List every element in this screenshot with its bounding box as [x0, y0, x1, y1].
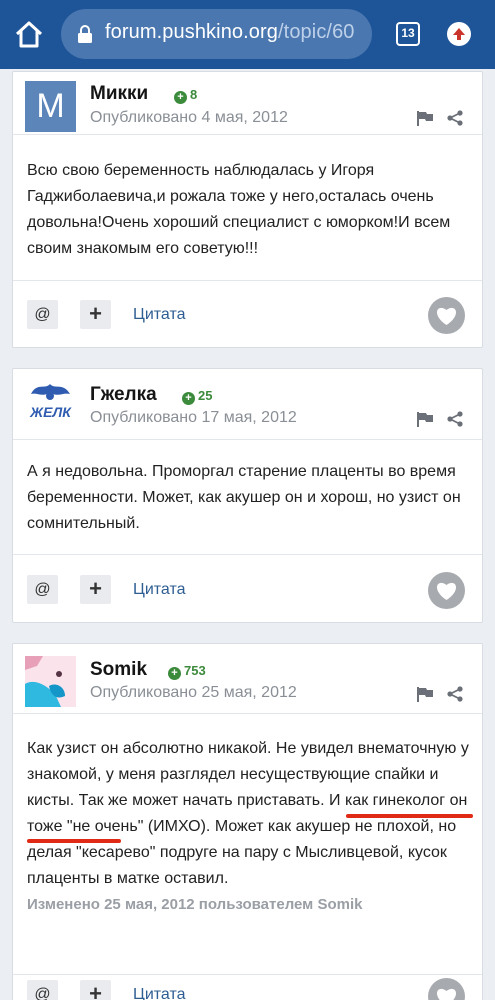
reputation-badge: +8 — [174, 87, 197, 104]
reputation-count: 8 — [190, 87, 198, 102]
author-name[interactable]: Somik — [90, 659, 147, 681]
flag-icon[interactable] — [417, 111, 434, 126]
post-header: Somik +753 Опубликовано 25 мая, 2012 — [13, 644, 482, 714]
edited-note: Изменено 25 мая, 2012 пользователем Somi… — [27, 896, 363, 913]
plus-icon[interactable]: + — [80, 300, 111, 329]
mention-icon[interactable]: @ — [27, 980, 58, 1000]
url-path: /topic/60 — [278, 21, 355, 43]
plus-circle-icon: + — [168, 667, 181, 680]
mention-icon[interactable]: @ — [27, 575, 58, 604]
url-text: forum.pushkino.org/topic/60 — [105, 21, 355, 44]
author-name[interactable]: Микки — [90, 83, 148, 105]
flag-icon[interactable] — [417, 687, 434, 702]
avatar[interactable]: ЖЕЛК — [25, 380, 76, 431]
heart-icon[interactable] — [428, 297, 465, 334]
plus-circle-icon: + — [174, 91, 187, 104]
home-icon[interactable] — [12, 18, 46, 52]
address-bar[interactable]: forum.pushkino.org/topic/60 — [61, 9, 372, 59]
lock-icon — [77, 25, 93, 43]
post-footer: @ + Цитата — [13, 974, 482, 1000]
reputation-count: 753 — [184, 663, 206, 678]
post-header: M Микки +8 Опубликовано 4 мая, 2012 — [13, 72, 482, 135]
reputation-badge: +753 — [168, 663, 206, 680]
avatar[interactable]: M — [25, 81, 76, 132]
forum-post: M Микки +8 Опубликовано 4 мая, 2012 Всю … — [12, 71, 483, 348]
quote-link[interactable]: Цитата — [133, 581, 186, 599]
highlighted-text: может начать приставать — [132, 792, 321, 809]
url-host: forum.pushkino.org — [105, 21, 279, 43]
quote-link[interactable]: Цитата — [133, 306, 186, 324]
post-body: Всю свою беременность наблюдалась у Игор… — [27, 162, 451, 257]
forum-post: Somik +753 Опубликовано 25 мая, 2012 Как… — [12, 643, 483, 1000]
post-date: Опубликовано 17 мая, 2012 — [90, 409, 297, 426]
plus-icon[interactable]: + — [80, 980, 111, 1000]
plus-circle-icon: + — [182, 392, 195, 405]
share-icon[interactable] — [447, 411, 463, 427]
avatar-letter: M — [36, 87, 65, 125]
post-footer: @ + Цитата — [13, 554, 482, 623]
plus-icon[interactable]: + — [80, 575, 111, 604]
post-body: Как узист он абсолютно никакой. Не увиде… — [27, 736, 475, 918]
post-header: ЖЕЛК Гжелка +25 Опубликовано 17 мая, 201… — [13, 369, 482, 440]
post-date: Опубликовано 4 мая, 2012 — [90, 109, 288, 126]
avatar[interactable] — [25, 656, 76, 707]
reputation-count: 25 — [198, 388, 213, 403]
author-name[interactable]: Гжелка — [90, 384, 157, 406]
mention-icon[interactable]: @ — [27, 300, 58, 329]
browser-toolbar: forum.pushkino.org/topic/60 13 — [0, 0, 495, 69]
heart-icon[interactable] — [428, 978, 465, 1000]
red-underline — [27, 839, 121, 843]
share-icon[interactable] — [447, 686, 463, 702]
avatar-text: ЖЕЛК — [30, 404, 71, 420]
quote-link[interactable]: Цитата — [133, 986, 186, 1000]
post-footer: @ + Цитата — [13, 280, 482, 348]
post-date: Опубликовано 25 мая, 2012 — [90, 684, 297, 701]
heart-icon[interactable] — [428, 572, 465, 609]
upload-icon[interactable] — [447, 22, 471, 46]
tabs-icon[interactable]: 13 — [396, 22, 420, 46]
forum-post: ЖЕЛК Гжелка +25 Опубликовано 17 мая, 201… — [12, 368, 483, 623]
share-icon[interactable] — [447, 110, 463, 126]
flag-icon[interactable] — [417, 412, 434, 427]
red-underline — [346, 814, 473, 818]
post-body: А я недовольна. Проморгал старение плаце… — [27, 463, 461, 532]
reputation-badge: +25 — [182, 388, 212, 405]
